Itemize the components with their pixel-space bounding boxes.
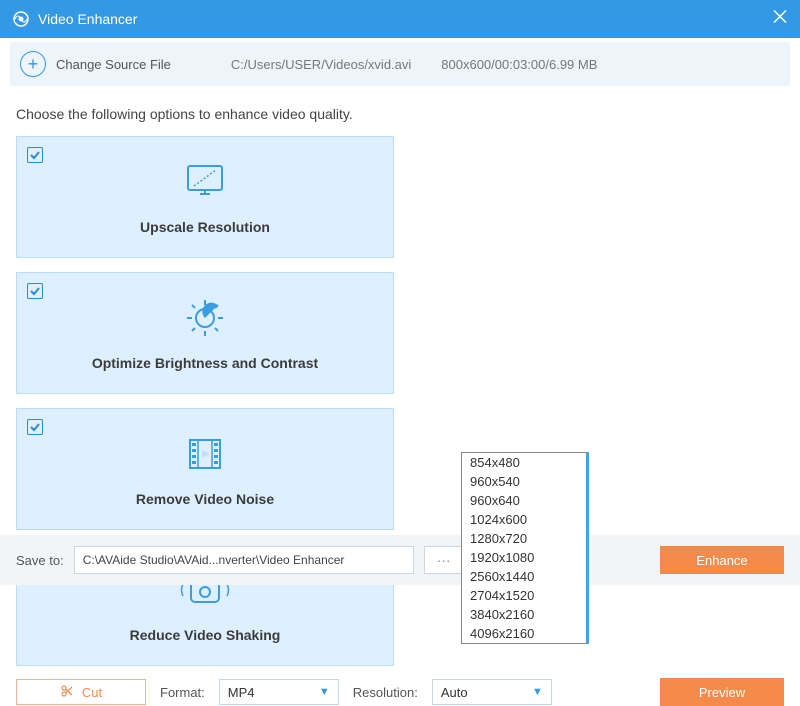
controls-row: Cut Format: MP4 ▼ Resolution: Auto ▼ Pre… [0, 666, 800, 706]
enhance-tiles: Upscale Resolution Optimize Brightness a… [0, 136, 800, 666]
add-source-icon[interactable]: + [20, 51, 46, 77]
save-bar: Save to: ··· Enhance [0, 535, 800, 585]
instruction-text: Choose the following options to enhance … [16, 106, 784, 122]
change-source-link[interactable]: Change Source File [56, 57, 171, 72]
checkbox-icon[interactable] [27, 283, 43, 299]
resolution-option[interactable]: 960x640 [462, 491, 586, 510]
tile-optimize-brightness[interactable]: Optimize Brightness and Contrast [16, 272, 394, 394]
tile-upscale-resolution[interactable]: Upscale Resolution [16, 136, 394, 258]
app-logo-icon [12, 10, 30, 28]
format-label: Format: [160, 685, 205, 700]
resolution-option[interactable]: 2560x1440 [462, 567, 586, 586]
resolution-option[interactable]: 1920x1080 [462, 548, 586, 567]
tile-label: Upscale Resolution [140, 219, 270, 235]
resolution-select[interactable]: Auto ▼ [432, 679, 552, 705]
source-path: C:/Users/USER/Videos/xvid.avi [231, 57, 411, 72]
tile-remove-noise[interactable]: Remove Video Noise [16, 408, 394, 530]
save-path-input[interactable] [74, 546, 414, 574]
source-meta: 800x600/00:03:00/6.99 MB [441, 57, 597, 72]
monitor-icon [180, 159, 230, 205]
preview-button[interactable]: Preview [660, 678, 784, 706]
browse-button[interactable]: ··· [424, 546, 464, 574]
tile-label: Remove Video Noise [136, 491, 274, 507]
chevron-down-icon: ▼ [319, 686, 330, 698]
brightness-icon [180, 295, 230, 341]
enhance-button[interactable]: Enhance [660, 546, 784, 574]
resolution-option[interactable]: 1280x720 [462, 529, 586, 548]
checkbox-icon[interactable] [27, 419, 43, 435]
resolution-dropdown[interactable]: 854x480 960x540 960x640 1024x600 1280x72… [461, 452, 589, 644]
scissors-icon [60, 684, 74, 701]
resolution-label: Resolution: [353, 685, 418, 700]
tile-label: Reduce Video Shaking [130, 627, 281, 643]
tile-label: Optimize Brightness and Contrast [92, 355, 318, 371]
resolution-option[interactable]: 1024x600 [462, 510, 586, 529]
titlebar: Video Enhancer [0, 0, 800, 38]
format-value: MP4 [228, 685, 255, 700]
app-title: Video Enhancer [38, 11, 137, 27]
close-icon[interactable] [772, 9, 788, 30]
cut-label: Cut [82, 685, 102, 700]
film-icon [180, 431, 230, 477]
checkbox-icon[interactable] [27, 147, 43, 163]
format-select[interactable]: MP4 ▼ [219, 679, 339, 705]
resolution-option[interactable]: 2704x1520 [462, 586, 586, 605]
cut-button[interactable]: Cut [16, 679, 146, 705]
source-bar: + Change Source File C:/Users/USER/Video… [10, 42, 790, 86]
save-to-label: Save to: [16, 553, 64, 568]
resolution-option[interactable]: 854x480 [462, 453, 586, 472]
resolution-value: Auto [441, 685, 468, 700]
chevron-down-icon: ▼ [532, 686, 543, 698]
resolution-option[interactable]: 4096x2160 [462, 624, 586, 643]
resolution-option[interactable]: 960x540 [462, 472, 586, 491]
